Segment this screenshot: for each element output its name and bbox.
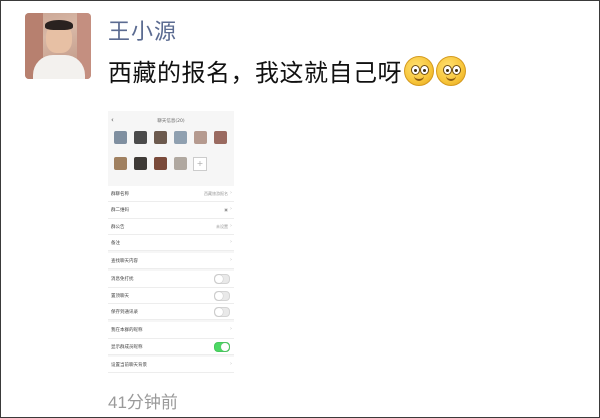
member-avatar xyxy=(213,131,227,144)
settings-row-label: 显示群成员昵称 xyxy=(111,344,143,350)
member-avatar xyxy=(133,157,147,170)
settings-row-label: 群二维码 xyxy=(111,208,129,214)
pleading-face-emoji-icon xyxy=(436,55,466,86)
settings-row[interactable]: 群聊名称 西藏旅游报名 › xyxy=(108,186,234,203)
member-cell[interactable] xyxy=(210,131,230,155)
member-grid: + xyxy=(110,131,232,183)
member-name xyxy=(170,146,190,150)
settings-row-label: 设置当前聊天背景 xyxy=(111,362,147,368)
settings-row[interactable]: 显示群成员昵称 xyxy=(108,338,234,355)
avatar[interactable] xyxy=(25,13,91,79)
member-avatar xyxy=(113,157,127,170)
settings-row-label: 保存到通讯录 xyxy=(111,310,138,316)
avatar-body xyxy=(33,55,85,79)
settings-row[interactable]: 群公告 未设置 › xyxy=(108,218,234,235)
chevron-right-icon: › xyxy=(230,222,232,229)
phone-title: 聊天信息(20) xyxy=(157,119,185,124)
chevron-right-icon: › xyxy=(230,360,232,367)
member-cell[interactable] xyxy=(110,157,130,181)
member-name xyxy=(190,146,210,150)
toggle-switch[interactable] xyxy=(214,307,230,318)
member-cell[interactable] xyxy=(130,131,150,155)
member-avatar xyxy=(173,131,187,144)
settings-row-value: ▣ xyxy=(224,207,228,213)
member-cell[interactable] xyxy=(170,131,190,155)
toggle-switch[interactable] xyxy=(214,290,230,301)
post-message: 西藏的报名，我这就自己呀 xyxy=(108,53,466,88)
emoji-eye xyxy=(411,64,420,75)
member-name xyxy=(110,172,130,176)
member-name xyxy=(130,172,150,176)
member-name xyxy=(110,146,130,150)
emoji-eye xyxy=(452,64,461,75)
woozy-face-emoji-icon xyxy=(404,55,434,86)
settings-row[interactable]: 设置当前聊天背景 › xyxy=(108,356,234,373)
member-name xyxy=(150,146,170,150)
settings-row[interactable]: 我在本群的昵称 › xyxy=(108,322,234,339)
member-cell[interactable] xyxy=(190,131,210,155)
member-cell[interactable] xyxy=(130,157,150,181)
phone-topbar: ‹ 聊天信息(20) xyxy=(108,111,234,131)
member-avatar xyxy=(153,131,167,144)
emoji-eye xyxy=(420,64,429,75)
settings-row[interactable]: 消息免打扰 xyxy=(108,271,234,288)
settings-list: 群聊名称 西藏旅游报名 › 群二维码 ▣ › 群公告 未设置 › 备注 › 查找聊天内容 › 消息免打扰置… xyxy=(108,186,234,373)
settings-row-label: 置顶聊天 xyxy=(111,293,129,299)
toggle-switch[interactable] xyxy=(214,274,230,285)
settings-row-label: 备注 xyxy=(111,240,120,246)
member-name xyxy=(210,146,230,150)
settings-row-value: 未设置 xyxy=(216,223,228,229)
member-avatar xyxy=(173,157,187,170)
member-avatar xyxy=(153,157,167,170)
toggle-switch[interactable] xyxy=(214,341,230,352)
member-avatar xyxy=(133,131,147,144)
member-cell[interactable] xyxy=(170,157,190,181)
chevron-right-icon: › xyxy=(230,326,232,333)
chevron-right-icon: › xyxy=(230,206,232,213)
member-avatar xyxy=(193,131,207,144)
settings-row-label: 消息免打扰 xyxy=(111,277,134,283)
settings-row[interactable]: 保存到通讯录 xyxy=(108,304,234,321)
attached-screenshot-image[interactable]: ‹ 聊天信息(20) + 群聊名称 西藏旅游报名 › 群二维码 ▣ › 群公告 未设置 › 备注 ›… xyxy=(108,111,234,373)
member-name xyxy=(130,146,150,150)
settings-row[interactable]: 备注 › xyxy=(108,234,234,252)
settings-row-label: 群公告 xyxy=(111,224,125,230)
emoji-eye xyxy=(443,64,452,75)
settings-row[interactable]: 查找聊天内容 › xyxy=(108,253,234,270)
post-message-text: 西藏的报名，我这就自己呀 xyxy=(108,60,402,87)
settings-row[interactable]: 置顶聊天 xyxy=(108,287,234,305)
settings-row-label: 我在本群的昵称 xyxy=(111,328,143,334)
settings-row-value: 西藏旅游报名 xyxy=(204,191,228,196)
member-name xyxy=(170,172,190,176)
member-cell[interactable] xyxy=(110,131,130,155)
add-member-button[interactable]: + xyxy=(190,157,210,181)
chevron-right-icon: › xyxy=(230,238,232,245)
emoji-mouth xyxy=(414,76,424,81)
plus-icon: + xyxy=(193,157,207,171)
member-cell[interactable] xyxy=(150,131,170,155)
avatar-hair xyxy=(45,20,73,30)
chevron-right-icon: › xyxy=(230,257,232,264)
member-cell[interactable] xyxy=(150,157,170,181)
settings-row-label: 查找聊天内容 xyxy=(111,259,138,265)
settings-row-label: 群聊名称 xyxy=(111,192,129,197)
settings-row[interactable]: 群二维码 ▣ › xyxy=(108,202,234,219)
author-name[interactable]: 王小源 xyxy=(108,14,177,46)
chevron-right-icon: › xyxy=(230,190,232,196)
emoji-mouth xyxy=(446,76,456,81)
post-timestamp: 41分钟前 xyxy=(108,393,178,412)
member-avatar xyxy=(113,131,127,144)
member-name xyxy=(150,172,170,176)
